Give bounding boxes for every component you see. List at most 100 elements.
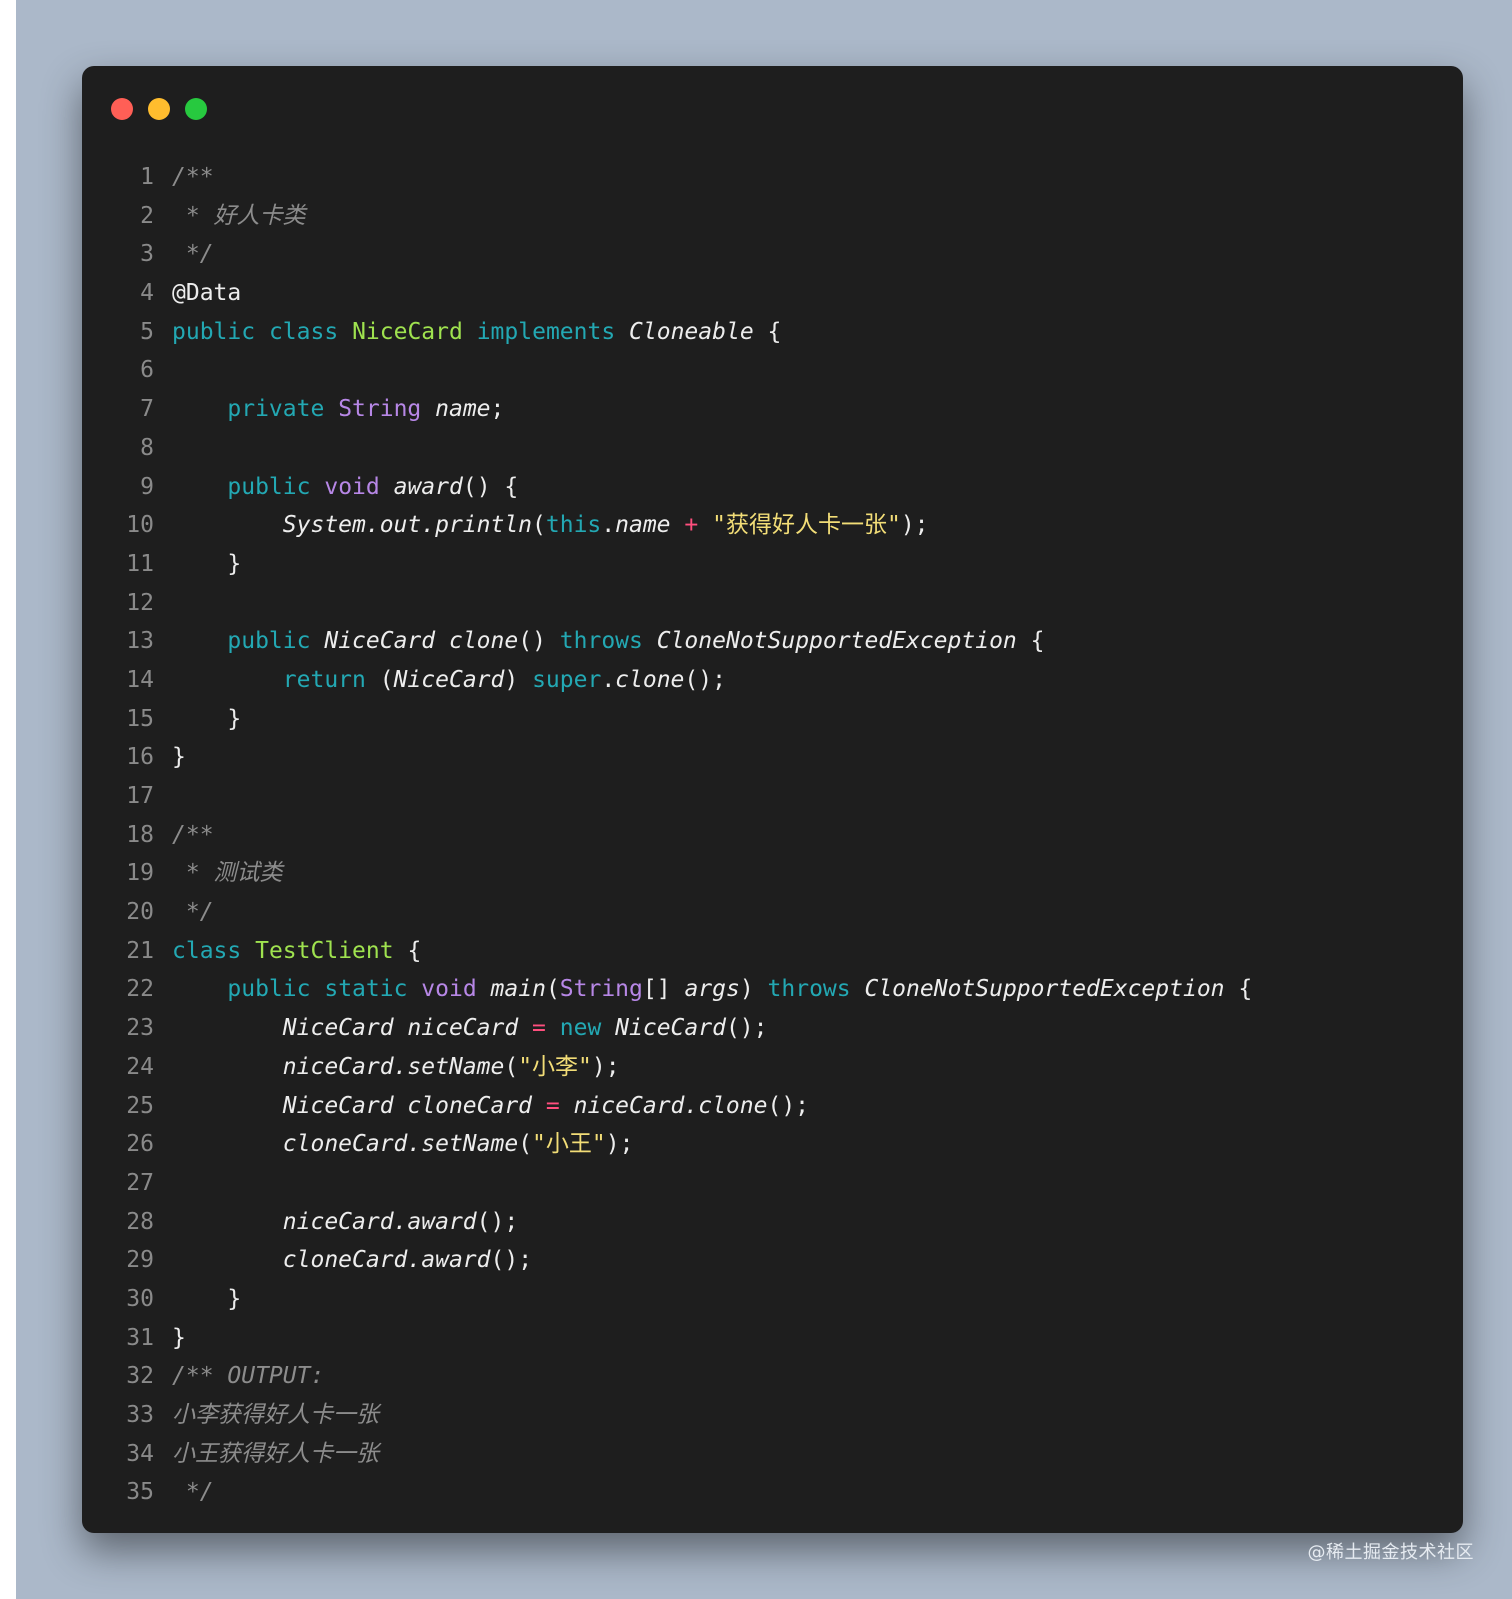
code-token: TestClient: [255, 937, 394, 964]
line-number: 4: [140, 280, 154, 307]
code-line: 31}: [112, 1319, 1442, 1358]
code-token: /** OUTPUT:: [172, 1363, 325, 1390]
code-token: String: [559, 976, 643, 1003]
code-token: new: [559, 1015, 602, 1042]
code-token: (: [365, 666, 394, 693]
close-dot-icon[interactable]: [111, 98, 133, 120]
code-window: 1/** 2 * 好人卡类 3 */4 @Data 5 public class Nice…: [82, 66, 1463, 1533]
line-number: 25: [126, 1092, 154, 1119]
code-token: * 测试类: [172, 860, 283, 887]
line-number: 19: [126, 860, 154, 887]
code-line: 3 */: [112, 235, 1442, 274]
code-token: (: [504, 1053, 519, 1080]
code-line: 17: [112, 777, 1442, 816]
code-line: 29 cloneCard.award();: [112, 1241, 1442, 1280]
code-text: public NiceCard clone() throws CloneNotS…: [172, 628, 1044, 654]
code-text: /** OUTPUT:: [172, 1363, 324, 1389]
code-text: /**: [172, 164, 214, 190]
line-number: 15: [126, 705, 154, 732]
code-token: throws: [767, 976, 851, 1003]
code-token: (: [532, 512, 546, 539]
code-token: NiceCard: [352, 318, 463, 345]
line-number: 8: [140, 434, 154, 461]
code-line: 13 public NiceCard clone() throws CloneN…: [112, 622, 1442, 661]
code-token: public: [227, 473, 311, 500]
code-line: 24 niceCard.setName("小李");: [112, 1048, 1442, 1087]
maximize-dot-icon[interactable]: [185, 98, 207, 120]
code-line: 10 System.out.println(this.name + "获得好人卡…: [112, 506, 1442, 545]
code-token: );: [591, 1053, 620, 1080]
line-number: 16: [126, 744, 154, 771]
code-line: 26 cloneCard.setName("小王");: [112, 1125, 1442, 1164]
code-token: void: [421, 976, 477, 1003]
code-token: this: [545, 512, 602, 539]
code-token: public: [172, 318, 256, 345]
code-token: name: [435, 396, 491, 423]
code-text: private String name;: [172, 396, 504, 422]
line-number: 11: [126, 550, 154, 577]
code-token: void: [324, 473, 380, 500]
code-text: */: [172, 1479, 214, 1505]
line-number: 14: [126, 666, 154, 693]
code-text: niceCard.award();: [172, 1209, 518, 1235]
code-text: */: [172, 241, 214, 267]
minimize-dot-icon[interactable]: [148, 98, 170, 120]
code-text: /**: [172, 822, 214, 848]
code-line: 14 return (NiceCard) super.clone();: [112, 661, 1442, 700]
code-block: 1/** 2 * 好人卡类 3 */4 @Data 5 public class Nice…: [112, 158, 1442, 1512]
line-number: 31: [126, 1324, 154, 1351]
line-number: 34: [126, 1440, 154, 1467]
code-token: class: [268, 318, 339, 345]
watermark: @稀土掘金技术社区: [1307, 1542, 1474, 1563]
code-line: 16}: [112, 738, 1442, 777]
code-token: clone: [448, 628, 519, 655]
code-text: public class NiceCard implements Cloneab…: [172, 319, 781, 345]
code-token: }: [172, 744, 186, 771]
code-text: System.out.println(this.name + "获得好人卡一张"…: [172, 512, 929, 538]
line-number: 27: [126, 1169, 154, 1196]
code-text: }: [172, 744, 186, 770]
code-token: public: [227, 976, 311, 1003]
code-token: */: [172, 899, 214, 926]
code-token: );: [900, 512, 929, 539]
line-number: 20: [126, 899, 154, 926]
code-token: NiceCard: [615, 1015, 726, 1042]
line-number: 6: [140, 357, 154, 384]
code-line: 12: [112, 584, 1442, 623]
code-line: 27: [112, 1164, 1442, 1203]
code-token: niceCard.clone: [573, 1092, 768, 1119]
code-token: /**: [172, 164, 214, 190]
code-token: ();: [767, 1092, 810, 1119]
code-token: {: [753, 318, 782, 345]
line-number: 12: [126, 589, 154, 616]
code-token: []: [642, 976, 685, 1003]
code-token: CloneNotSupportedException: [864, 976, 1225, 1003]
line-number: 30: [126, 1285, 154, 1312]
code-line: 7 private String name;: [112, 390, 1442, 429]
code-text: return (NiceCard) super.clone();: [172, 667, 726, 693]
code-token: class: [172, 937, 242, 964]
code-token: =: [545, 1092, 560, 1119]
line-number: 17: [126, 783, 154, 809]
code-token: (): [518, 628, 560, 655]
code-line: 22 public static void main(String[] args…: [112, 970, 1442, 1009]
code-token: }: [172, 1324, 186, 1351]
code-token: );: [605, 1131, 634, 1158]
code-line: 6: [112, 351, 1442, 390]
code-token: NiceCard: [393, 666, 505, 693]
